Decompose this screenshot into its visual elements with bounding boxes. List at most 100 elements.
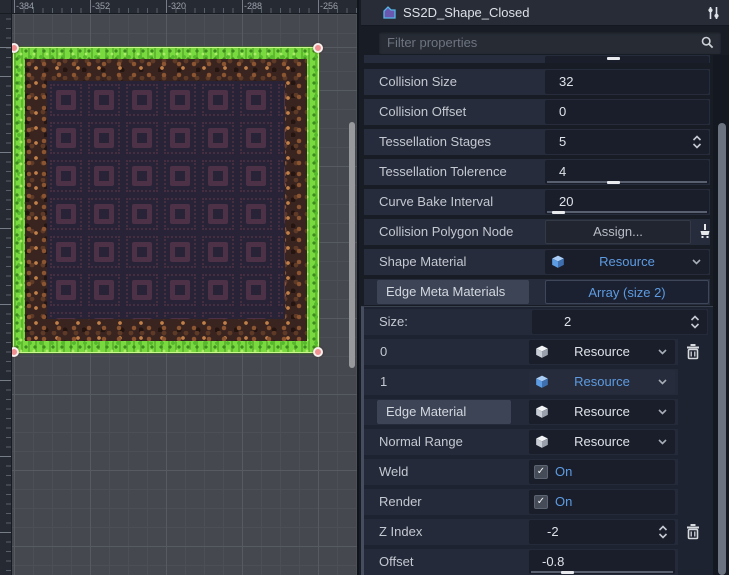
property-row-z-index: Z Index -2	[364, 519, 678, 545]
spinbox-field[interactable]: -2	[529, 520, 675, 544]
fill-tile	[123, 81, 161, 119]
fill-tile	[275, 233, 285, 271]
fill-tile	[123, 195, 161, 233]
array-index-label: 1	[380, 369, 387, 395]
shape-node-icon	[382, 5, 398, 21]
fill-tile	[47, 81, 85, 119]
fill-tile	[199, 233, 237, 271]
fill-tile	[199, 271, 237, 309]
checkbox-checked-icon[interactable]: ✓	[534, 465, 548, 479]
chevron-down-icon	[692, 259, 701, 265]
viewport-vertical-scrollbar[interactable]	[349, 122, 355, 368]
2d-viewport[interactable]: -384 -352 -320 -288 -256	[0, 0, 357, 575]
resource-dropdown[interactable]: Resource	[545, 250, 709, 274]
delete-item-icon[interactable]	[685, 523, 701, 540]
number-field[interactable]: 0	[545, 100, 709, 124]
horizontal-ruler: -384 -352 -320 -288 -256	[12, 0, 357, 14]
resource-label: Resource	[529, 400, 675, 424]
fill-tile	[275, 157, 285, 195]
property-label: Shape Material	[379, 249, 466, 275]
slider-grabber[interactable]	[561, 571, 574, 574]
fill-tile	[275, 195, 285, 233]
fill-tile	[161, 81, 199, 119]
resource-dropdown-expanded[interactable]: Resource	[529, 370, 675, 394]
fill-tile	[199, 81, 237, 119]
property-row-partial	[364, 55, 710, 63]
resource-dropdown[interactable]: Resource	[529, 340, 675, 364]
property-label-selected[interactable]: Edge Material	[377, 400, 511, 424]
property-row-edge-material: Edge Material Resource	[364, 399, 678, 425]
fill-tile	[85, 119, 123, 157]
spinbox-field[interactable]: 5	[545, 130, 709, 154]
slider-track[interactable]	[531, 571, 673, 573]
property-row-array-size: Size: 2	[364, 309, 708, 335]
resource-dropdown[interactable]: Resource	[529, 400, 675, 424]
slider-field[interactable]: -0.8	[529, 550, 675, 574]
inspector-header: SS2D_Shape_Closed	[361, 0, 729, 26]
clear-node-icon[interactable]	[697, 223, 713, 239]
assign-node-button[interactable]: Assign...	[545, 220, 691, 244]
fill-tile	[199, 119, 237, 157]
slider-field[interactable]	[545, 56, 709, 63]
property-row-array-item-0: 0 Resource	[364, 339, 678, 365]
fill-tile	[275, 119, 285, 157]
fill-texture	[47, 81, 285, 319]
resource-label: Resource	[529, 430, 675, 454]
property-label: Tessellation Tolerence	[379, 159, 507, 185]
property-row-array-item-1: 1 Resource	[364, 369, 678, 395]
field-value: 0	[559, 100, 566, 124]
slider-track[interactable]	[547, 211, 707, 213]
fill-tile	[199, 157, 237, 195]
checkbox-label: On	[555, 460, 572, 484]
property-label: Render	[379, 489, 422, 515]
fill-tile	[47, 195, 85, 233]
property-label-selected[interactable]: Edge Meta Materials	[377, 280, 529, 304]
slider-field[interactable]: 20	[545, 190, 709, 214]
spinbox-updown-icon[interactable]	[692, 135, 702, 149]
property-row-render: Render ✓ On	[364, 489, 678, 515]
fill-tile	[161, 119, 199, 157]
delete-item-icon[interactable]	[685, 343, 701, 360]
resource-label: Resource	[529, 370, 675, 394]
checkbox-checked-icon[interactable]: ✓	[534, 495, 548, 509]
node-title: SS2D_Shape_Closed	[403, 0, 529, 25]
point-handle-bottom-right[interactable]	[313, 347, 323, 357]
resource-dropdown[interactable]: Resource	[529, 430, 675, 454]
slider-track[interactable]	[547, 181, 707, 183]
filter-properties-input[interactable]: Filter properties	[379, 32, 721, 54]
ss2d-shape[interactable]	[14, 48, 318, 352]
property-row-collision-size: Collision Size 32	[364, 69, 710, 95]
spinbox-updown-icon[interactable]	[690, 315, 700, 329]
ruler-label: -320	[168, 1, 186, 11]
fill-tile	[47, 233, 85, 271]
inspector-tools-icon[interactable]	[706, 5, 721, 21]
property-row-collision-offset: Collision Offset 0	[364, 99, 710, 125]
fill-tile	[85, 195, 123, 233]
slider-field[interactable]: 4	[545, 160, 709, 184]
property-label: Z Index	[379, 519, 422, 545]
spinbox-field[interactable]: 2	[532, 310, 707, 334]
array-expand-button[interactable]: Array (size 2)	[545, 280, 709, 304]
fill-tile	[85, 309, 123, 319]
fill-tile	[161, 233, 199, 271]
slider-grabber[interactable]	[552, 211, 565, 214]
spinbox-updown-icon[interactable]	[658, 525, 668, 539]
checkbox-field[interactable]: ✓ On	[529, 460, 675, 484]
array-index-label: 0	[380, 339, 387, 365]
field-value: -2	[547, 520, 559, 544]
ruler-label: -352	[92, 1, 110, 11]
number-field[interactable]: 32	[545, 70, 709, 94]
fill-tile	[275, 309, 285, 319]
fill-tile	[47, 119, 85, 157]
property-row-collision-polygon-node: Collision Polygon Node Assign...	[364, 219, 710, 245]
array-size-label: Array (size 2)	[546, 281, 708, 305]
slider-grabber[interactable]	[607, 181, 620, 184]
slider-grabber[interactable]	[607, 57, 620, 60]
filter-placeholder: Filter properties	[387, 32, 477, 54]
fill-tile	[237, 233, 275, 271]
fill-tile	[237, 271, 275, 309]
point-handle-top-right[interactable]	[313, 43, 323, 53]
ruler-label: -288	[244, 1, 262, 11]
inspector-scrollbar-grabber[interactable]	[718, 123, 726, 575]
checkbox-field[interactable]: ✓ On	[529, 490, 675, 514]
